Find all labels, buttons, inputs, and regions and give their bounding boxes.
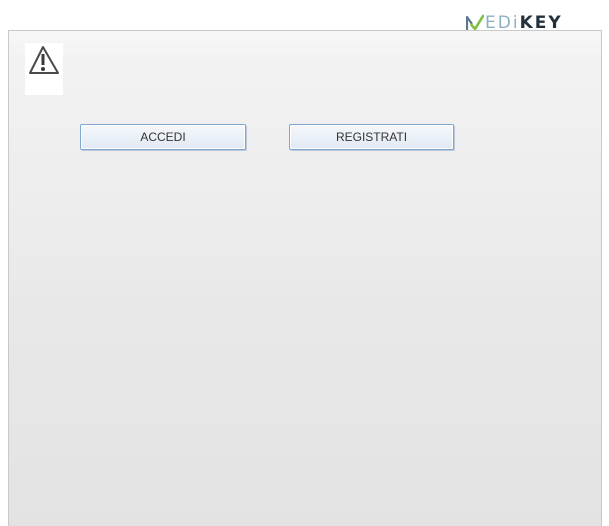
login-button[interactable]: ACCEDI	[80, 124, 246, 150]
login-panel: ACCEDI REGISTRATI	[8, 30, 602, 526]
register-button[interactable]: REGISTRATI	[289, 124, 454, 150]
warning-triangle-icon	[25, 43, 63, 95]
